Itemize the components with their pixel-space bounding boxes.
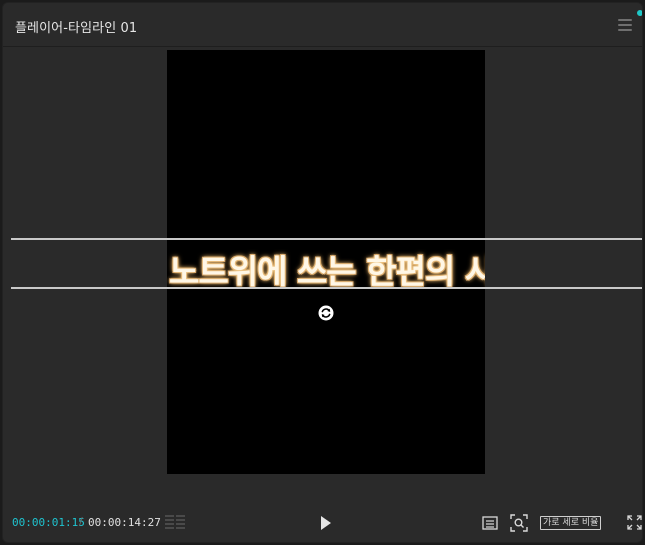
caption-selection-box[interactable]: 노트위에 쓰는 한편의 시 [11,238,642,289]
total-timecode: 00:00:14:27 [88,516,161,529]
current-timecode: 00:00:01:15 [12,516,85,529]
waveform-list-icon[interactable] [164,514,186,530]
preview-viewport[interactable]: 노트위에 쓰는 한편의 시 [3,48,642,503]
safe-area-icon[interactable] [482,515,498,531]
timecode-separator: / [79,515,83,528]
player-panel: 플레이어-타임라인 01 노트위에 쓰는 한편의 시 00:00:01:15 /… [2,2,643,543]
fullscreen-icon[interactable] [627,515,642,530]
panel-title: 플레이어-타임라인 01 [15,21,138,36]
rotate-icon[interactable] [318,305,334,321]
panel-header: 플레이어-타임라인 01 [3,3,642,47]
play-button[interactable] [319,515,333,531]
play-icon [321,516,331,530]
caption-clip: 노트위에 쓰는 한편의 시 [167,240,485,287]
playback-controls: 00:00:01:15 / 00:00:14:27 가로 세로 비율 [3,503,642,542]
status-dot [637,10,642,16]
zoom-fit-icon[interactable] [510,514,528,532]
caption-text[interactable]: 노트위에 쓰는 한편의 시 [169,245,485,287]
hamburger-menu-icon[interactable] [618,19,632,31]
aspect-ratio-button[interactable]: 가로 세로 비율 [540,516,602,530]
